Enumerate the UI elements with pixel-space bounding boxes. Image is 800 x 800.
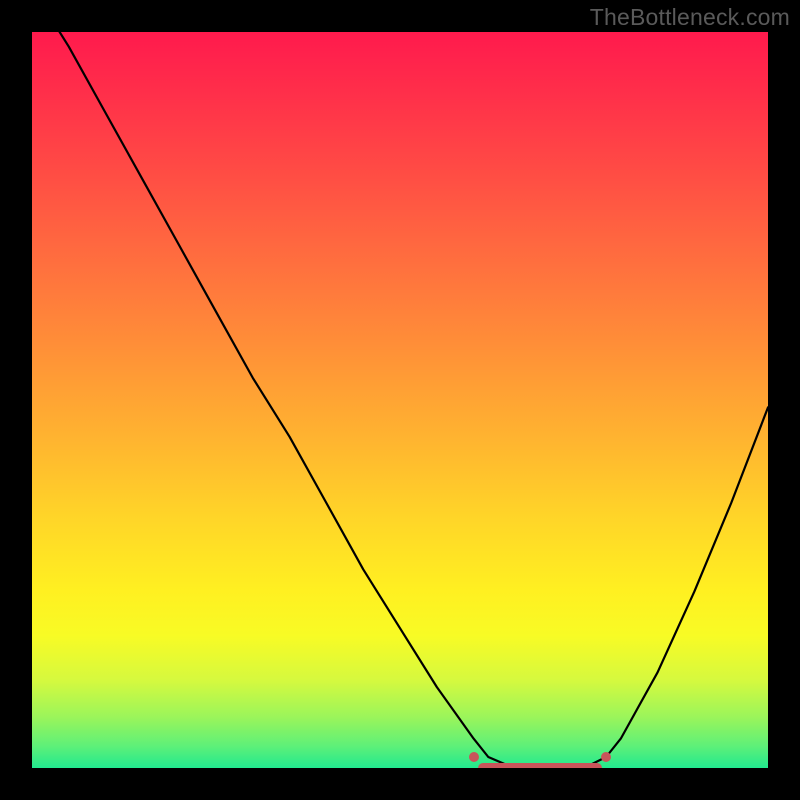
- bottleneck-curve: [32, 32, 768, 768]
- curve-svg: [32, 32, 768, 768]
- highlight-band: [478, 763, 602, 768]
- highlight-dot-left: [469, 752, 479, 762]
- highlight-dot-right: [601, 752, 611, 762]
- watermark-text: TheBottleneck.com: [590, 4, 790, 31]
- plot-area: [32, 32, 768, 768]
